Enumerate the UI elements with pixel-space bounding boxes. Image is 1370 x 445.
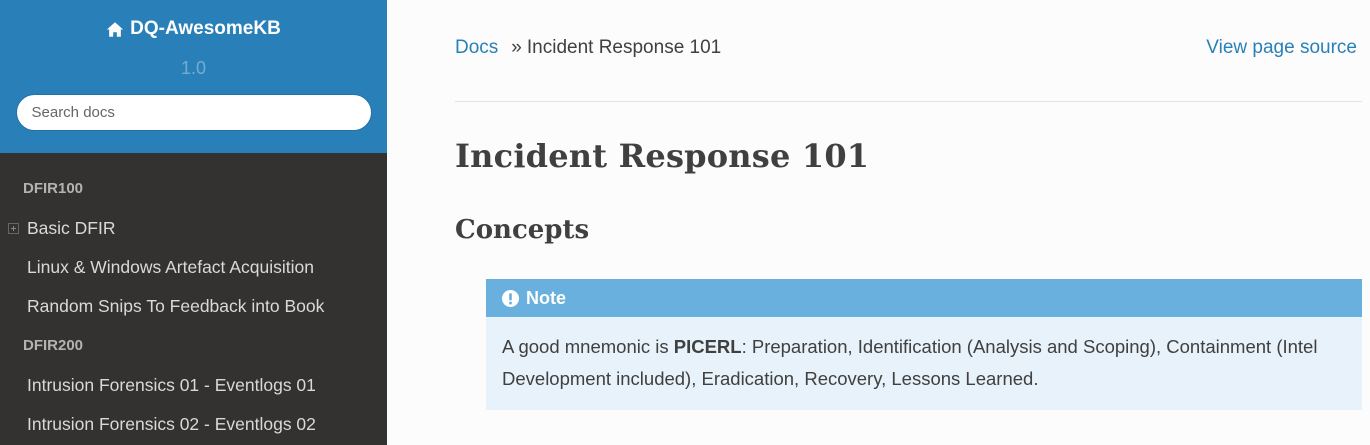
nav-item-basic-dfir[interactable]: Basic DFIR	[0, 214, 387, 253]
note-body: A good mnemonic is PICERL: Preparation, …	[486, 317, 1362, 395]
sidebar: DQ-AwesomeKB 1.0 DFIR100 Basic DFIR Linu…	[0, 0, 387, 445]
nav-item-label: Basic DFIR	[27, 218, 116, 238]
breadcrumb-current: Incident Response 101	[526, 37, 722, 58]
home-link[interactable]: DQ-AwesomeKB	[106, 18, 281, 40]
expand-icon[interactable]	[8, 223, 19, 234]
breadcrumb: Docs » Incident Response 101	[455, 37, 721, 59]
note-admonition: Note A good mnemonic is PICERL: Preparat…	[486, 279, 1362, 410]
note-mnemonic: PICERL	[673, 336, 742, 357]
home-icon	[107, 21, 124, 37]
section-title: Concepts	[455, 215, 590, 245]
version-label: 1.0	[180, 57, 207, 78]
nav-item-label: Intrusion Forensics 02 - Eventlogs 02	[27, 414, 316, 434]
main-content: Docs » Incident Response 101 View page s…	[387, 0, 1370, 445]
nav-caption-dfir200: DFIR200	[23, 337, 84, 354]
nav-item-eventlogs-01[interactable]: Intrusion Forensics 01 - Eventlogs 01	[0, 371, 387, 410]
search-input[interactable]	[15, 93, 372, 131]
header-divider	[455, 101, 1362, 102]
view-source-link[interactable]: View page source	[1206, 37, 1357, 59]
nav-item-eventlogs-02[interactable]: Intrusion Forensics 02 - Eventlogs 02	[0, 410, 387, 445]
nav-item-label: Linux & Windows Artefact Acquisition	[27, 257, 314, 277]
nav-item-label: Random Snips To Feedback into Book	[27, 296, 325, 316]
breadcrumb-docs-link[interactable]: Docs	[455, 37, 498, 59]
nav-menu: DFIR100 Basic DFIR Linux & Windows Artef…	[0, 153, 387, 445]
nav-item-random-snips[interactable]: Random Snips To Feedback into Book	[0, 292, 387, 331]
nav-caption-dfir100: DFIR100	[23, 180, 84, 197]
note-header: Note	[486, 279, 1362, 317]
note-title: Note	[526, 287, 566, 308]
note-text-start: A good mnemonic is	[502, 336, 674, 357]
brand-name: DQ-AwesomeKB	[130, 18, 281, 39]
breadcrumb-separator: »	[511, 37, 522, 58]
nav-item-artefact-acquisition[interactable]: Linux & Windows Artefact Acquisition	[0, 253, 387, 292]
sidebar-header: DQ-AwesomeKB 1.0	[0, 0, 387, 153]
nav-item-label: Intrusion Forensics 01 - Eventlogs 01	[27, 375, 316, 395]
page-title: Incident Response 101	[455, 137, 870, 175]
exclamation-circle-icon	[501, 289, 520, 307]
